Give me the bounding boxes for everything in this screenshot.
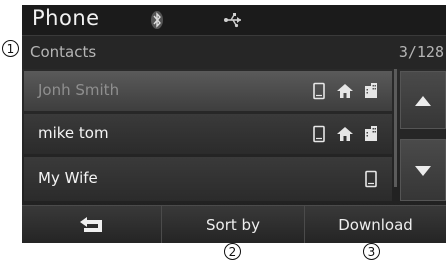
return-arrow-icon	[79, 217, 102, 232]
contact-count: 3/128	[398, 43, 444, 61]
phone-screen: Phone Contacts 3/128 Jonh Smith mike tom…	[22, 5, 446, 243]
download-label: Download	[338, 216, 413, 234]
back-button[interactable]	[22, 206, 162, 243]
home-icon	[337, 127, 353, 141]
bottom-toolbar: Sort by Download	[22, 205, 446, 243]
contact-name: mike tom	[38, 124, 109, 142]
callout-1: 1	[2, 40, 19, 57]
scroll-down-button[interactable]	[400, 139, 446, 201]
triangle-up-icon	[415, 96, 431, 106]
scroll-up-button[interactable]	[400, 71, 446, 129]
callout-2-number: 2	[228, 244, 237, 259]
home-icon	[337, 84, 353, 98]
contacts-header: Contacts 3/128	[22, 36, 446, 69]
callout-3: 3	[363, 243, 380, 260]
sort-by-label: Sort by	[206, 216, 260, 234]
mobile-icon	[365, 170, 377, 188]
page-title: Phone	[32, 6, 100, 30]
callout-1-number: 1	[6, 41, 15, 56]
list-divider	[394, 69, 397, 187]
office-icon	[365, 83, 377, 98]
contact-row-jonh-smith[interactable]: Jonh Smith	[24, 71, 392, 111]
mobile-icon	[313, 82, 325, 100]
contact-name: My Wife	[38, 169, 98, 187]
contact-row-mike-tom[interactable]: mike tom	[24, 114, 392, 154]
status-bar: Phone	[22, 5, 446, 36]
contacts-label: Contacts	[30, 43, 97, 61]
mobile-icon	[313, 125, 325, 143]
sort-by-button[interactable]: Sort by	[162, 206, 305, 243]
callout-3-number: 3	[367, 244, 376, 259]
bluetooth-icon	[151, 11, 163, 29]
usb-icon	[224, 13, 241, 28]
callout-2: 2	[224, 243, 241, 260]
office-icon	[365, 126, 377, 141]
triangle-down-icon	[415, 166, 431, 176]
download-button[interactable]: Download	[305, 206, 446, 243]
contact-row-my-wife[interactable]: My Wife	[24, 157, 392, 201]
contact-name: Jonh Smith	[38, 81, 120, 99]
